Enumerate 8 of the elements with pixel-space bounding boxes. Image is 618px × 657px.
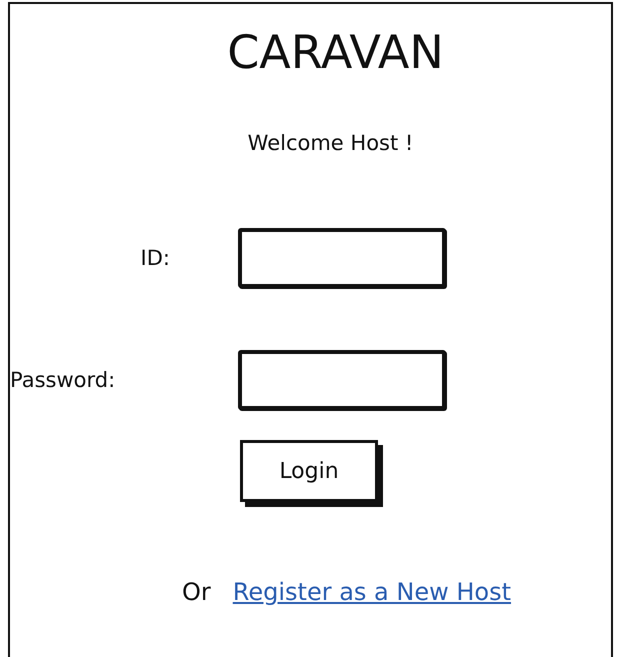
input-field[interactable]: [238, 228, 446, 288]
input-field[interactable]: [238, 350, 446, 410]
welcome-text: Welcome Host !: [248, 130, 414, 157]
or-text: Or: [182, 578, 211, 606]
app-title: CARAVAN: [227, 24, 444, 81]
field-label: Password:: [10, 368, 116, 392]
field-label: ID:: [140, 246, 170, 270]
register-link[interactable]: Register as a New Host: [232, 578, 512, 606]
